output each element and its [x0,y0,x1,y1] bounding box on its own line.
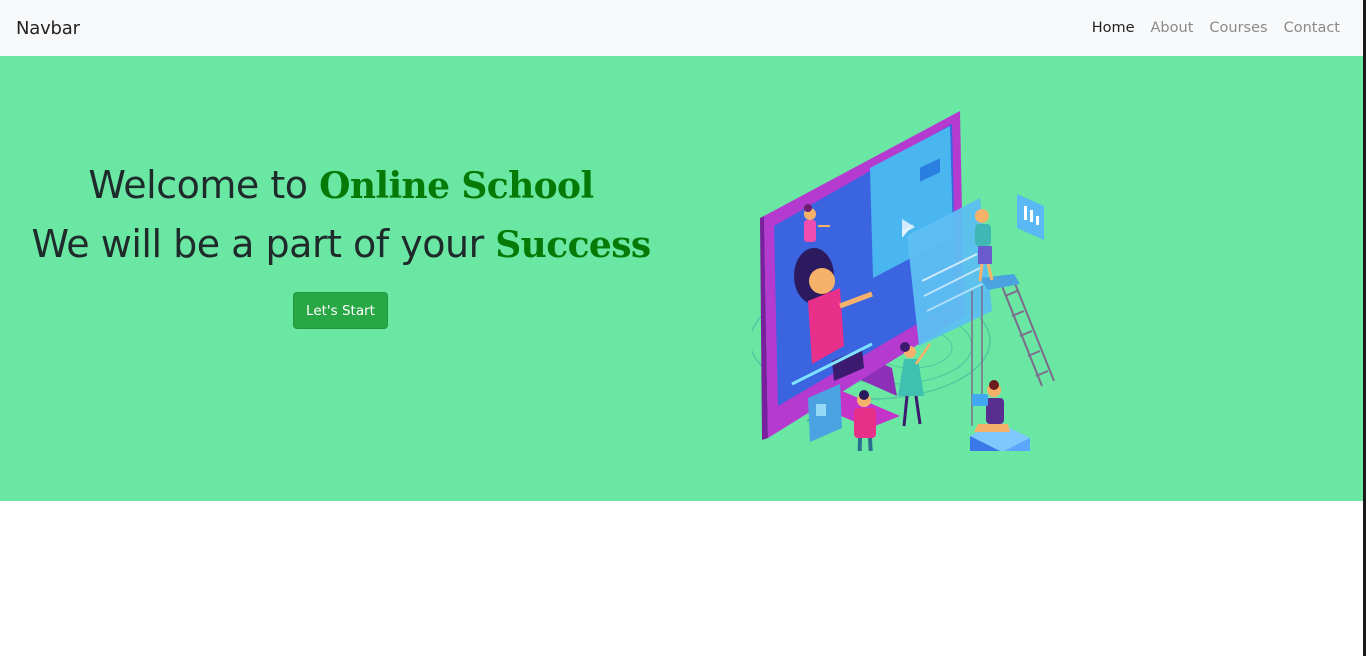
nav-link-courses[interactable]: Courses [1209,20,1267,36]
nav-links: Home About Courses Contact [1092,20,1340,36]
hero-line-1-highlight: Online School [319,165,594,207]
nav-link-home[interactable]: Home [1092,20,1135,36]
hero-section: Welcome to Online School We will be a pa… [0,56,1366,501]
navbar: Navbar Home About Courses Contact [0,0,1366,56]
hero-heading: Welcome to Online School We will be a pa… [30,156,652,274]
nav-link-contact[interactable]: Contact [1284,20,1340,36]
online-learning-illustration [752,111,1055,451]
hero-line-2-text: We will be a part of your [31,222,496,266]
hero-line-1: Welcome to Online School [30,156,652,215]
hero-line-2: We will be a part of your Success [30,215,652,274]
lets-start-button[interactable]: Let's Start [293,292,388,329]
hero-line-1-text: Welcome to [88,163,320,207]
hero-line-2-highlight: Success [495,224,651,266]
nav-link-about[interactable]: About [1151,20,1194,36]
navbar-brand[interactable]: Navbar [16,18,80,39]
